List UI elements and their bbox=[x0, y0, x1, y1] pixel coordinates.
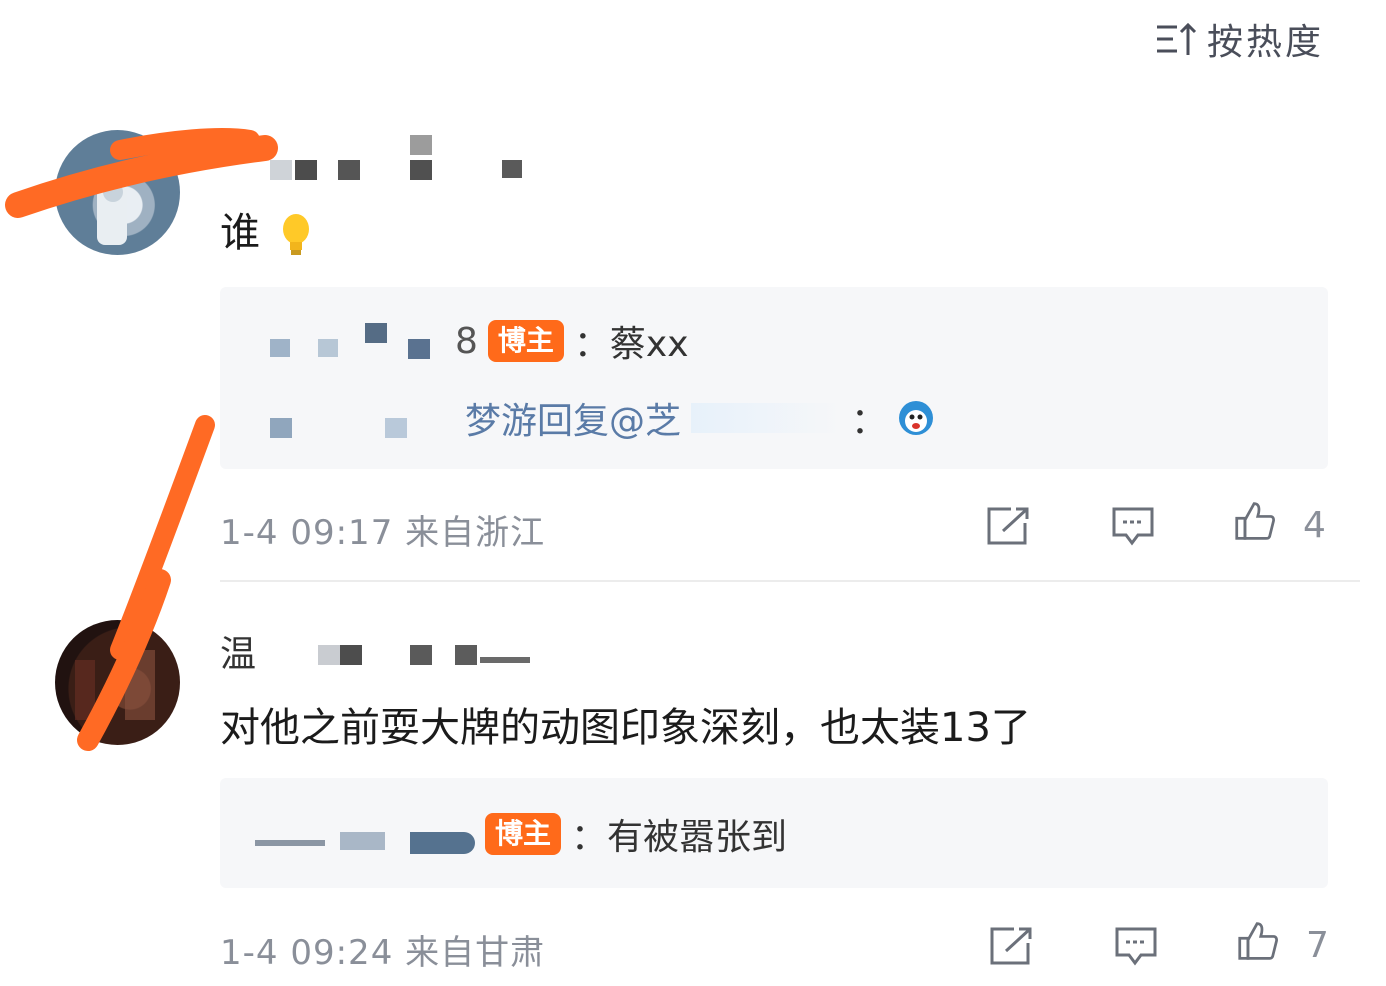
sub-reply-pixelated[interactable] bbox=[255, 398, 455, 438]
reply-author-line: 博主 ：有被嚣张到 bbox=[255, 808, 787, 860]
comment-icon[interactable] bbox=[1113, 925, 1159, 967]
lightbulb-icon bbox=[282, 214, 309, 255]
reply-box[interactable]: 博主 ：有被嚣张到 bbox=[220, 778, 1328, 888]
reply-text: ：有被嚣张到 bbox=[571, 817, 788, 858]
share-icon[interactable] bbox=[985, 505, 1031, 547]
like-count: 4 bbox=[1303, 505, 1326, 546]
sort-lines-icon bbox=[1157, 22, 1197, 55]
sort-label: 按热度 bbox=[1207, 22, 1325, 63]
username[interactable]: 温 bbox=[220, 625, 256, 677]
like-count: 7 bbox=[1306, 925, 1329, 966]
blogger-badge: 博主 bbox=[485, 813, 562, 855]
like-icon[interactable] bbox=[1232, 500, 1278, 542]
reply-box[interactable]: 8 博主 ：蔡xx 梦游回复@芝 ： bbox=[220, 287, 1328, 469]
reply-text: ：蔡xx bbox=[573, 324, 689, 365]
sub-reply-link[interactable]: 梦游回复@芝 bbox=[465, 392, 681, 444]
reply-author-line: 8 博主 ：蔡xx bbox=[255, 315, 689, 367]
reply-author-tail: 8 bbox=[455, 320, 478, 362]
comment-meta: 1-4 09:17 来自浙江 bbox=[220, 513, 546, 553]
sub-reply-line: 梦游回复@芝 ： bbox=[255, 392, 935, 444]
reply-author-pixelated[interactable] bbox=[255, 321, 445, 361]
username-pixelated[interactable] bbox=[220, 135, 550, 185]
comment-icon[interactable] bbox=[1110, 505, 1156, 547]
comment-text: 谁 bbox=[220, 200, 311, 258]
avatar[interactable] bbox=[55, 620, 180, 745]
sort-by-popularity-button[interactable]: 按热度 bbox=[1155, 14, 1324, 64]
emoji-face-icon bbox=[899, 401, 934, 435]
username-pixelated bbox=[300, 635, 560, 675]
reply-author-pixelated[interactable] bbox=[255, 814, 475, 854]
comment-text: 对他之前耍大牌的动图印象深刻，也太装13了 bbox=[220, 705, 1031, 751]
blogger-badge: 博主 bbox=[487, 320, 564, 362]
like-icon[interactable] bbox=[1235, 920, 1281, 962]
comment-divider bbox=[220, 580, 1360, 582]
avatar[interactable] bbox=[55, 130, 180, 255]
share-icon[interactable] bbox=[988, 925, 1034, 967]
comment-meta: 1-4 09:24 来自甘肃 bbox=[220, 933, 546, 973]
